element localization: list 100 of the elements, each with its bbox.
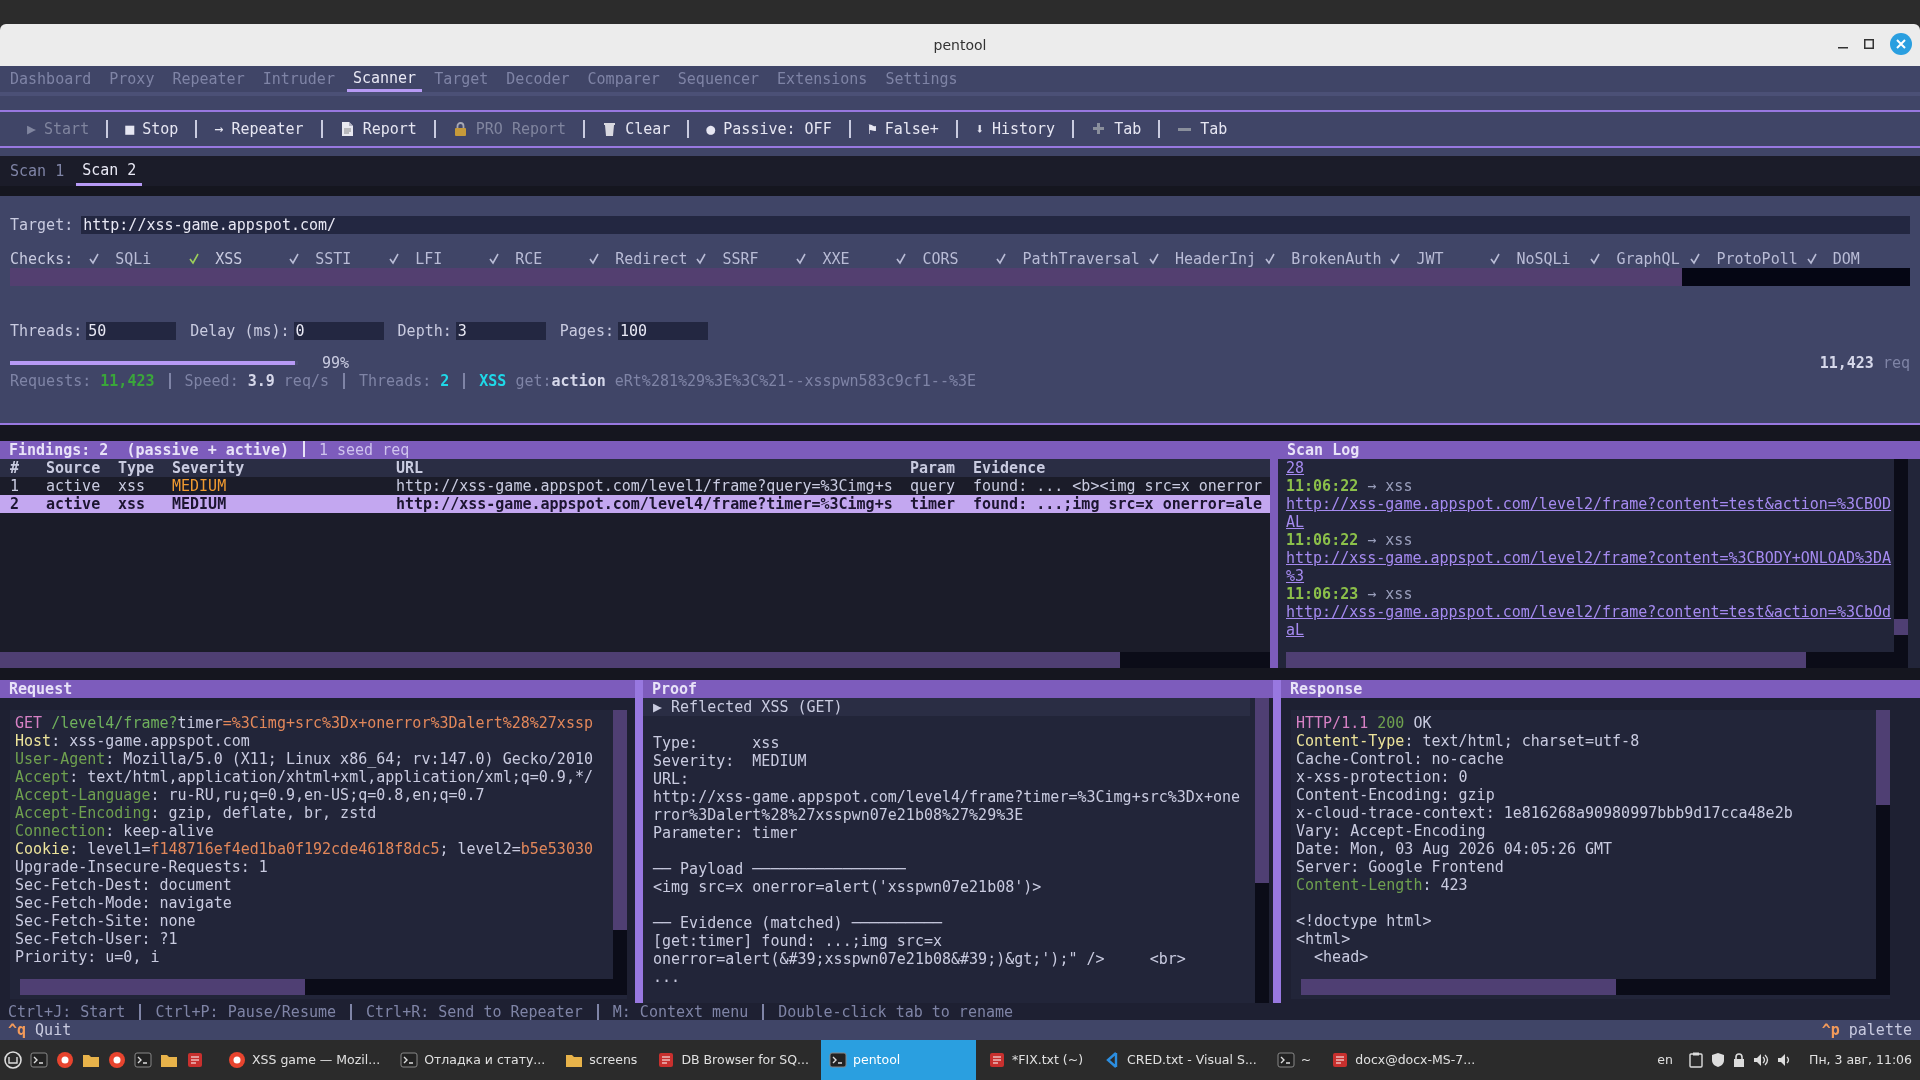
- taskbar-window[interactable]: screens: [557, 1040, 646, 1080]
- maximize-icon[interactable]: [1864, 39, 1874, 49]
- code-line: GET /level4/frame?timer=%3Cimg+src%3Dx+onerror%3Dalert%28%27xssp: [15, 714, 593, 732]
- taskbar-window[interactable]: XSS game — Mozil...: [220, 1040, 389, 1080]
- input-field[interactable]: 100: [617, 322, 708, 340]
- proof-line: [get:timer] found: ...;img src=x: [653, 932, 943, 950]
- scan-tab[interactable]: Scan 1: [4, 156, 71, 186]
- log-link[interactable]: %3: [1286, 567, 1305, 585]
- checkbox[interactable]: NoSQLi: [1490, 250, 1591, 268]
- column-header[interactable]: Severity: [172, 459, 396, 477]
- log-link[interactable]: http://xss-game.appspot.com/level2/frame?content=test&action=%3CBOD: [1286, 495, 1892, 513]
- checkbox[interactable]: CORS: [896, 250, 997, 268]
- checkbox[interactable]: XSS: [189, 250, 290, 268]
- scrollbar[interactable]: [1301, 979, 1890, 995]
- toolbar-button[interactable]: Clear: [585, 114, 688, 144]
- volume-icon[interactable]: [1753, 1052, 1769, 1068]
- column-header[interactable]: Type: [118, 459, 172, 477]
- log-entry: 11:06:23 → xss: [1286, 585, 1413, 603]
- log-link[interactable]: 28: [1286, 459, 1305, 477]
- scrollbar[interactable]: [0, 652, 1270, 668]
- checkbox[interactable]: DOM: [1806, 250, 1907, 268]
- proof-heading[interactable]: ▶ Reflected XSS (GET): [643, 698, 1250, 716]
- column-header[interactable]: Source: [46, 459, 118, 477]
- tab[interactable]: Scanner: [346, 66, 423, 92]
- palette-shortcut[interactable]: ^p palette: [1821, 1021, 1912, 1039]
- checkbox[interactable]: RCE: [489, 250, 590, 268]
- table-cell-text: 1: [10, 477, 21, 495]
- lock-icon[interactable]: [1733, 1052, 1745, 1068]
- toolbar-button[interactable]: ⬇ History: [957, 114, 1073, 144]
- scrollbar[interactable]: [613, 710, 627, 979]
- shield-icon[interactable]: [1711, 1052, 1725, 1068]
- app-icon[interactable]: [186, 1051, 204, 1069]
- taskbar-window[interactable]: CRED.txt - Visual S...: [1095, 1040, 1265, 1080]
- scrollbar[interactable]: [1286, 652, 1908, 668]
- checkbox[interactable]: XXE: [796, 250, 897, 268]
- code-line: Date: Mon, 03 Aug 2026 04:05:26 GMT: [1296, 840, 1613, 858]
- taskbar-window[interactable]: Отладка и стату...: [392, 1040, 554, 1080]
- taskbar-window[interactable]: docx@docx-MS-7...: [1323, 1040, 1484, 1080]
- checkbox[interactable]: PathTraversal: [996, 250, 1149, 268]
- browser-icon[interactable]: [108, 1051, 126, 1069]
- toolbar-button[interactable]: ⚑ False+: [850, 114, 956, 144]
- field-label: Threads:: [10, 322, 83, 340]
- column-header[interactable]: URL: [396, 459, 910, 477]
- scrollbar[interactable]: [20, 979, 627, 995]
- log-link[interactable]: aL: [1286, 621, 1305, 639]
- toolbar-button[interactable]: → Repeater: [197, 114, 321, 144]
- table-row[interactable]: 1 active xss MEDIUM http://xss-game.appspot.com/level1/frame?query=%3Cimg+s query found: ... <b><img src=x onerror: [0, 477, 1270, 495]
- column-header[interactable]: Evidence: [973, 459, 1270, 477]
- checkbox[interactable]: SSRF: [696, 250, 797, 268]
- input-field[interactable]: 50: [86, 322, 177, 340]
- log-link[interactable]: http://xss-game.appspot.com/level2/frame?content=test&action=%3CbOd: [1286, 603, 1892, 621]
- quit-shortcut[interactable]: ^q Quit: [8, 1021, 72, 1039]
- terminal-icon[interactable]: [30, 1051, 48, 1069]
- toolbar-button[interactable]: Report: [322, 114, 434, 144]
- shortcut-hint: Ctrl+P: Pause/Resume: [155, 1002, 337, 1021]
- clipboard-icon[interactable]: [1689, 1052, 1703, 1068]
- checkbox[interactable]: GraphQL: [1590, 250, 1691, 268]
- keyboard-layout[interactable]: en: [1657, 1051, 1673, 1069]
- log-link[interactable]: AL: [1286, 513, 1305, 531]
- menu-icon[interactable]: [4, 1051, 22, 1069]
- toolbar-button[interactable]: ■ Stop: [108, 114, 196, 144]
- checkbox[interactable]: Redirect: [589, 250, 697, 268]
- checkbox[interactable]: ProtoPoll: [1690, 250, 1807, 268]
- seed-note: 1 seed req: [318, 441, 410, 459]
- toolbar-button[interactable]: ● Passive: OFF: [689, 114, 849, 144]
- column-header[interactable]: #: [10, 459, 46, 477]
- checkbox[interactable]: JWT: [1390, 250, 1491, 268]
- code-line: Sec-Fetch-Dest: document: [15, 876, 232, 894]
- scrollbar[interactable]: [1876, 710, 1890, 979]
- checkbox[interactable]: BrokenAuth: [1265, 250, 1391, 268]
- stat-text: Speed: 3.9 req/s: [184, 372, 329, 390]
- taskbar-window[interactable]: *FIX.txt (~): [980, 1040, 1092, 1080]
- clock[interactable]: Пн, 3 авг, 11:06: [1809, 1051, 1912, 1069]
- column-header[interactable]: Param: [910, 459, 973, 477]
- log-link[interactable]: http://xss-game.appspot.com/level2/frame?content=%3CBODY+ONLOAD%3DA: [1286, 549, 1892, 567]
- proof-line: Type: xss: [653, 734, 781, 752]
- table-cell-text: xss: [118, 477, 147, 495]
- shortcut-hint: Ctrl+R: Send to Repeater: [366, 1002, 583, 1021]
- browser-icon[interactable]: [56, 1051, 74, 1069]
- checkbox[interactable]: SSTI: [289, 250, 390, 268]
- checkbox[interactable]: SQLi: [89, 250, 190, 268]
- table-cell-text: xss: [118, 495, 147, 513]
- log-entry: 11:06:22 → xss: [1286, 531, 1413, 549]
- target-field[interactable]: http://xss-game.appspot.com/: [81, 216, 1910, 234]
- input-field[interactable]: 3: [455, 322, 546, 340]
- scrollbar[interactable]: [1682, 268, 1910, 286]
- taskbar-window[interactable]: ~: [1268, 1040, 1320, 1080]
- scan-tab[interactable]: Scan 2: [76, 156, 143, 186]
- toolbar-button[interactable]: Tab: [1160, 114, 1245, 144]
- scrollbar[interactable]: [1255, 698, 1269, 1003]
- checkbox[interactable]: LFI: [389, 250, 490, 268]
- close-icon[interactable]: [1890, 33, 1912, 55]
- stat-text: Threads: 2: [359, 372, 450, 390]
- input-field[interactable]: 0: [293, 322, 384, 340]
- terminal-icon[interactable]: [134, 1051, 152, 1069]
- toolbar-button[interactable]: Tab: [1074, 114, 1159, 144]
- taskbar-window[interactable]: DB Browser for SQ...: [649, 1040, 818, 1080]
- table-row[interactable]: 2 active xss MEDIUM http://xss-game.appspot.com/level4/frame?timer=%3Cimg+s timer found: ...;img src=x onerror=ale: [0, 495, 1270, 513]
- scrollbar[interactable]: [1894, 459, 1908, 652]
- checkbox[interactable]: HeaderInj: [1148, 250, 1266, 268]
